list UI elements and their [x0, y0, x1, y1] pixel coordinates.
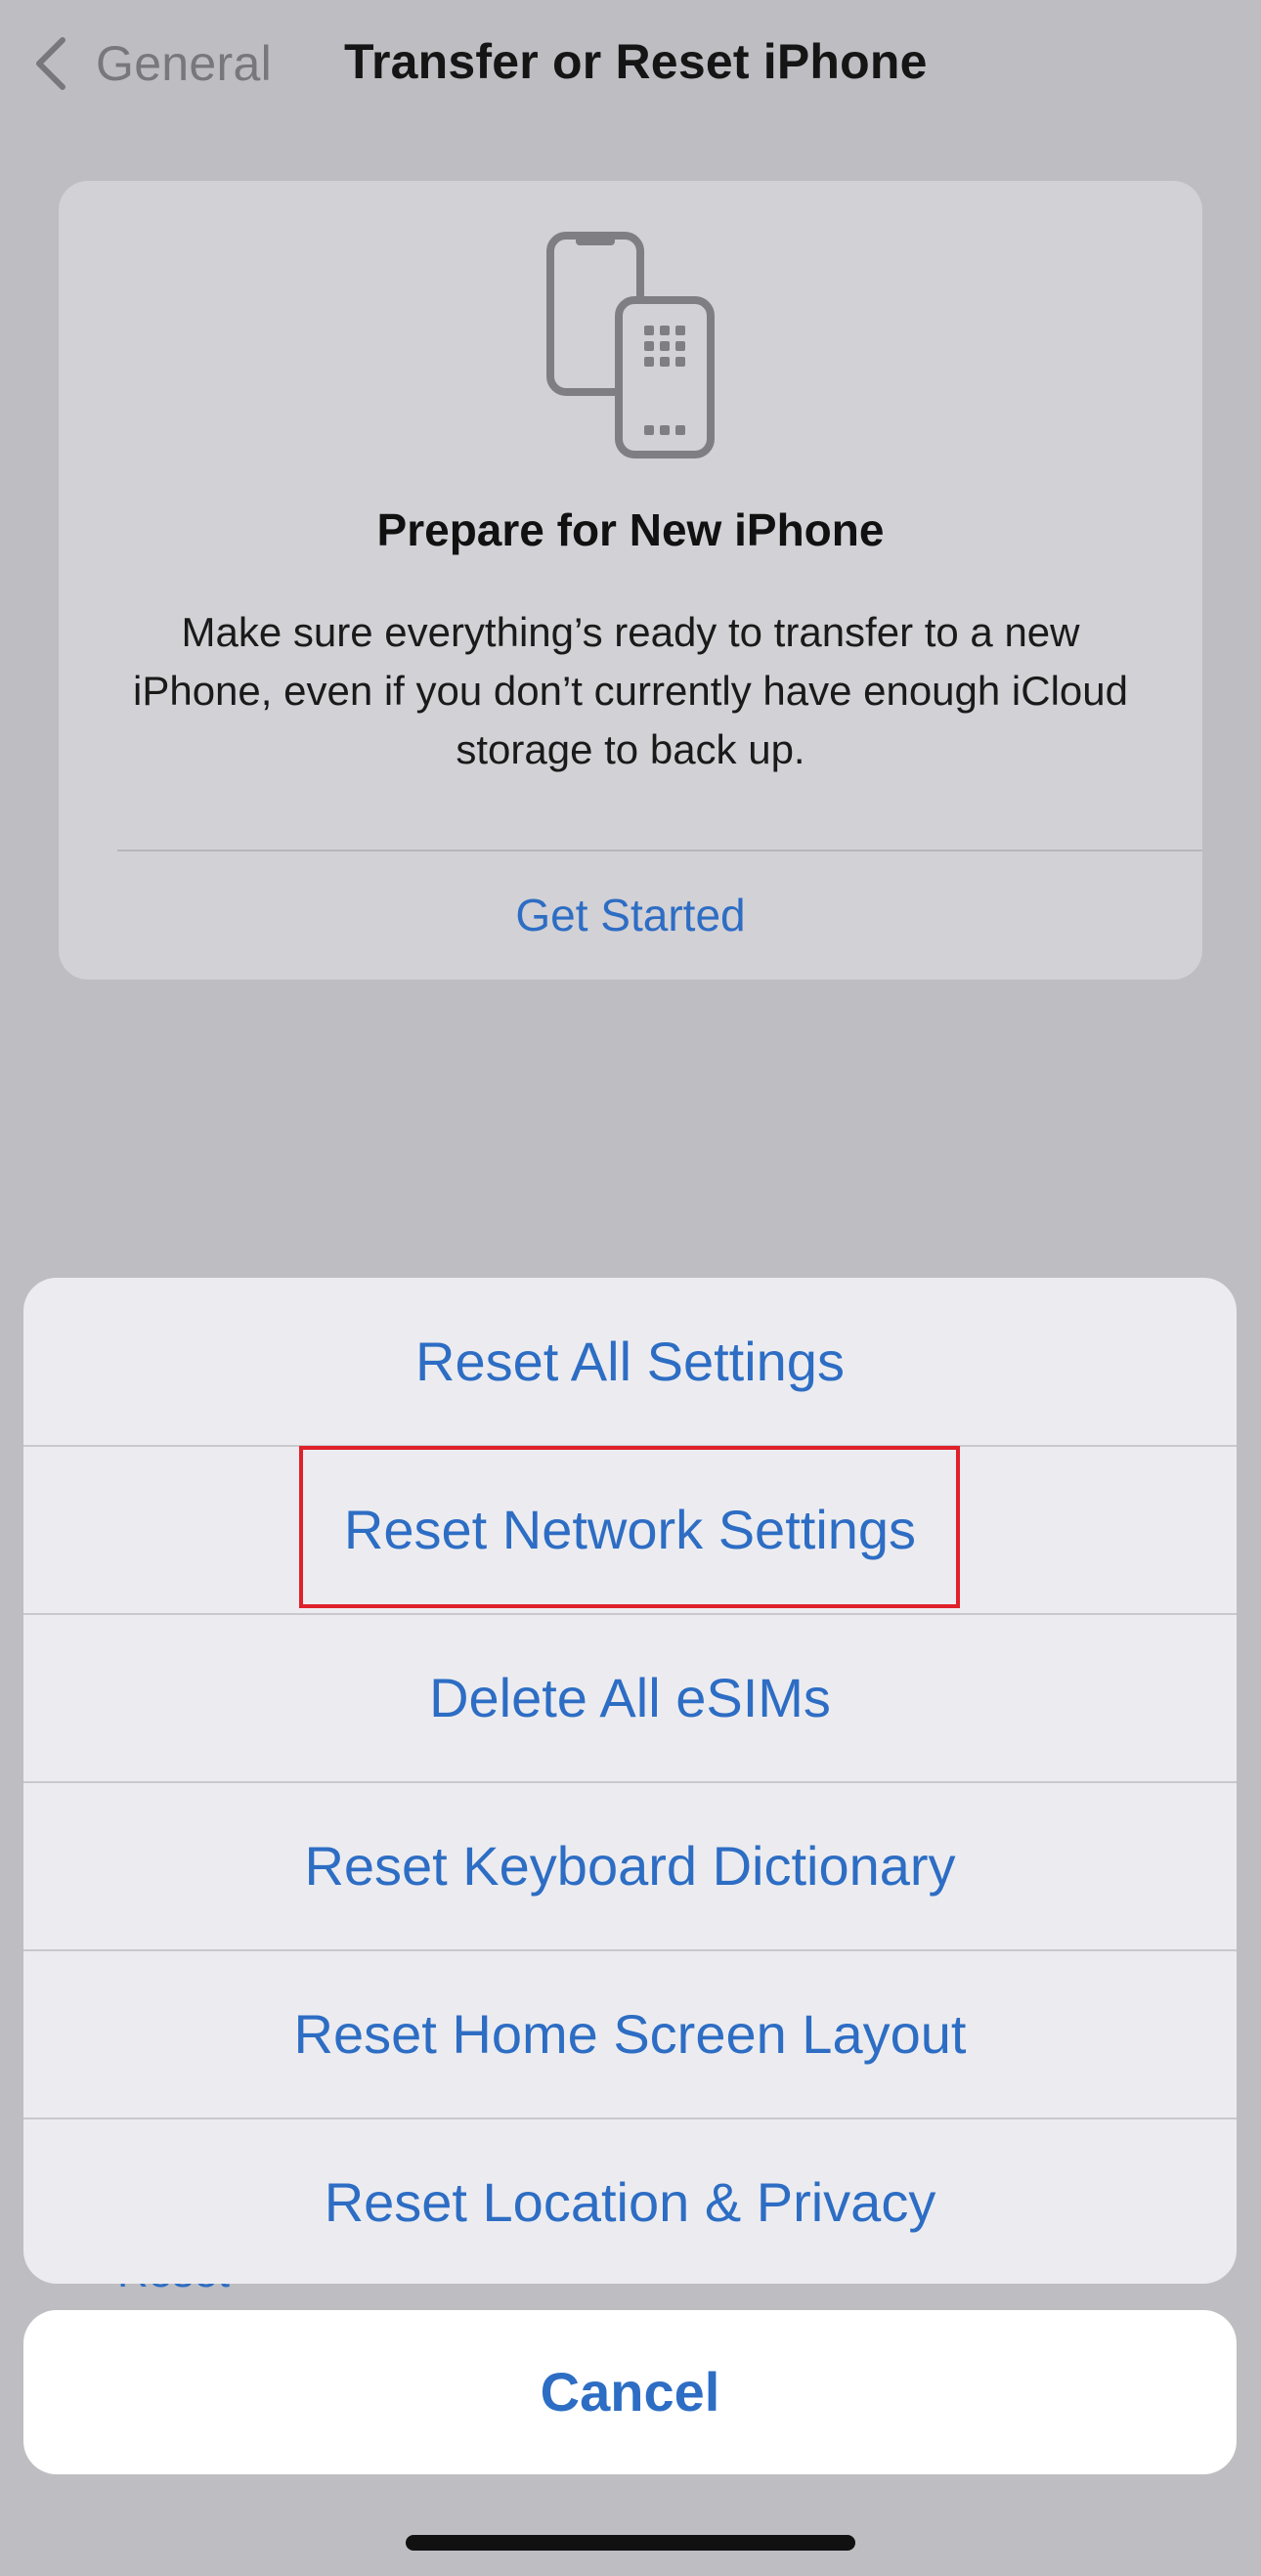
chevron-left-icon — [36, 37, 65, 90]
two-phones-icon — [546, 232, 715, 458]
delete-all-esims-button[interactable]: Delete All eSIMs — [23, 1614, 1237, 1782]
back-button[interactable]: General — [33, 29, 272, 98]
cancel-button[interactable]: Cancel — [23, 2310, 1237, 2474]
reset-network-settings-button[interactable]: Reset Network Settings — [23, 1446, 1237, 1614]
reset-location-privacy-button[interactable]: Reset Location & Privacy — [23, 2118, 1237, 2284]
reset-action-sheet: Reset All Settings Reset Network Setting… — [23, 1278, 1237, 2284]
card-description: Make sure everything’s ready to transfer… — [132, 609, 1128, 772]
get-started-button[interactable]: Get Started — [59, 851, 1202, 980]
page-title: Transfer or Reset iPhone — [344, 34, 928, 89]
reset-all-settings-button[interactable]: Reset All Settings — [23, 1278, 1237, 1446]
reset-home-screen-layout-button[interactable]: Reset Home Screen Layout — [23, 1950, 1237, 2118]
reset-keyboard-dictionary-button[interactable]: Reset Keyboard Dictionary — [23, 1782, 1237, 1950]
home-indicator — [406, 2535, 855, 2551]
prepare-new-iphone-card: Prepare for New iPhone Make sure everyth… — [59, 181, 1202, 980]
back-button-label: General — [96, 36, 272, 91]
navigation-bar: General Transfer or Reset iPhone — [0, 0, 1261, 127]
card-title: Prepare for New iPhone — [376, 504, 885, 555]
